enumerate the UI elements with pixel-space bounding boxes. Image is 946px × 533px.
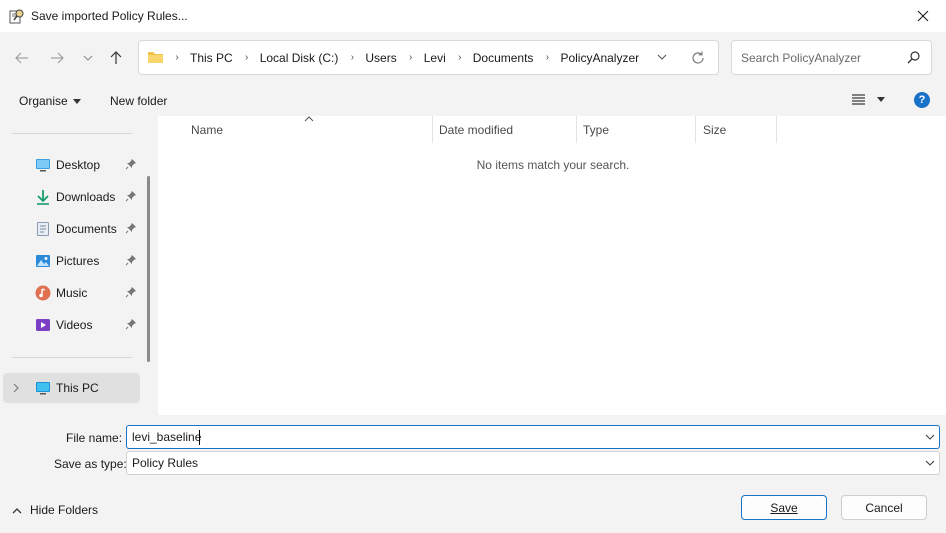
window-title: Save imported Policy Rules... [31, 9, 188, 23]
sidebar-item-label: Documents [56, 222, 117, 236]
text-cursor [199, 430, 200, 445]
chevron-right-icon: › [245, 52, 249, 63]
arrow-up-icon [110, 51, 122, 64]
computer-icon [36, 382, 50, 395]
save-button[interactable]: Save [741, 495, 827, 520]
help-button[interactable]: ? [914, 92, 930, 108]
navigation-bar: › This PC › Local Disk (C:) › Users › Le… [0, 32, 946, 86]
list-view-icon [852, 94, 865, 105]
file-name-input[interactable]: levi_baseline [132, 430, 201, 444]
file-name-label: File name: [66, 431, 123, 445]
breadcrumb-local-disk[interactable]: Local Disk (C:) [255, 51, 345, 65]
chevron-right-icon: › [409, 52, 413, 63]
chevron-right-icon: › [458, 52, 462, 63]
empty-message: No items match your search. [476, 158, 630, 172]
pin-icon[interactable] [125, 158, 137, 170]
chevron-right-icon: › [545, 52, 550, 63]
chevron-down-icon [83, 55, 93, 61]
sidebar-item-videos[interactable]: Videos [0, 310, 144, 340]
cancel-button[interactable]: Cancel [841, 495, 927, 520]
back-button[interactable] [10, 46, 34, 70]
change-view-button[interactable] [852, 94, 885, 105]
caret-down-icon [72, 98, 81, 104]
sidebar-item-music[interactable]: Music [0, 278, 144, 308]
save-as-type-select[interactable]: Policy Rules [126, 451, 940, 475]
column-header-date-modified[interactable]: Date modified [433, 116, 577, 143]
arrow-left-icon [15, 52, 28, 64]
navigation-pane: Desktop Downloads Documents Pictures Mus… [0, 116, 158, 415]
sidebar-item-this-pc[interactable]: This PC [3, 373, 140, 403]
caret-down-icon [877, 97, 885, 102]
pin-icon[interactable] [125, 190, 137, 202]
recent-locations-button[interactable] [76, 46, 100, 70]
close-button[interactable] [900, 0, 946, 32]
sidebar-item-label: Music [56, 286, 88, 300]
videos-icon [36, 319, 50, 331]
pin-icon[interactable] [125, 222, 137, 234]
sidebar-item-label: Desktop [56, 158, 101, 172]
new-folder-button[interactable]: New folder [110, 94, 167, 108]
nav-pane-scrollbar[interactable] [147, 176, 150, 362]
column-separator[interactable] [776, 116, 777, 143]
organise-label: Organise [19, 94, 68, 108]
pin-icon[interactable] [125, 286, 137, 298]
refresh-icon[interactable] [690, 50, 706, 66]
save-form: File name: levi_baseline Save as type: P… [0, 415, 946, 533]
address-bar[interactable]: › This PC › Local Disk (C:) › Users › Le… [138, 40, 719, 75]
file-name-field[interactable]: levi_baseline [126, 425, 940, 449]
breadcrumb-this-pc[interactable]: This PC [185, 51, 239, 65]
chevron-right-icon[interactable] [13, 383, 19, 393]
save-label: Save [770, 500, 798, 515]
column-header-type[interactable]: Type [577, 116, 696, 143]
save-as-type-value: Policy Rules [132, 456, 199, 470]
documents-icon [37, 222, 49, 236]
forward-button[interactable] [45, 46, 69, 70]
breadcrumb-documents[interactable]: Documents [468, 51, 540, 65]
divider [12, 133, 132, 134]
app-icon [9, 9, 24, 24]
music-icon [35, 285, 51, 301]
chevron-right-icon: › [350, 52, 355, 63]
sidebar-item-label: Videos [56, 318, 93, 332]
search-box[interactable]: Search PolicyAnalyzer [731, 40, 932, 75]
organise-button[interactable]: Organise [19, 94, 81, 108]
up-button[interactable] [104, 46, 128, 70]
chevron-up-icon [12, 507, 22, 513]
arrow-right-icon [51, 52, 64, 64]
breadcrumb: › This PC › Local Disk (C:) › Users › Le… [169, 41, 645, 74]
divider [12, 357, 132, 358]
pin-icon[interactable] [125, 254, 137, 266]
column-header-size[interactable]: Size [696, 116, 776, 143]
desktop-icon [36, 159, 50, 172]
sidebar-item-label: This PC [56, 381, 99, 395]
chevron-down-icon[interactable] [925, 458, 935, 468]
sidebar-item-pictures[interactable]: Pictures [0, 246, 144, 276]
sidebar-item-desktop[interactable]: Desktop [0, 150, 144, 180]
breadcrumb-users[interactable]: Users [360, 51, 402, 65]
close-icon [917, 10, 929, 22]
sidebar-item-downloads[interactable]: Downloads [0, 182, 144, 212]
sidebar-item-documents[interactable]: Documents [0, 214, 144, 244]
chevron-right-icon: › [175, 52, 179, 63]
downloads-icon [37, 190, 49, 205]
search-input[interactable]: Search PolicyAnalyzer [741, 51, 861, 65]
breadcrumb-policyanalyzer[interactable]: PolicyAnalyzer [555, 51, 645, 65]
search-icon [907, 51, 920, 64]
pictures-icon [36, 255, 50, 267]
chevron-down-icon[interactable] [925, 432, 935, 442]
title-bar: Save imported Policy Rules... [0, 0, 946, 32]
breadcrumb-levi[interactable]: Levi [419, 51, 452, 65]
hide-folders-button[interactable]: Hide Folders [12, 503, 98, 517]
column-header-name[interactable]: Name [158, 116, 433, 143]
hide-folders-label: Hide Folders [30, 503, 99, 517]
pin-icon[interactable] [125, 318, 137, 330]
address-history-chevron-icon[interactable] [656, 50, 668, 64]
cancel-label: Cancel [865, 500, 903, 515]
command-bar: Organise New folder ? [0, 86, 946, 116]
save-as-type-label: Save as type: [54, 457, 127, 471]
file-list: Name Date modified Type Size No items ma… [158, 116, 946, 415]
folder-icon [148, 52, 163, 63]
sidebar-item-label: Pictures [56, 254, 100, 268]
sidebar-item-label: Downloads [56, 190, 116, 204]
